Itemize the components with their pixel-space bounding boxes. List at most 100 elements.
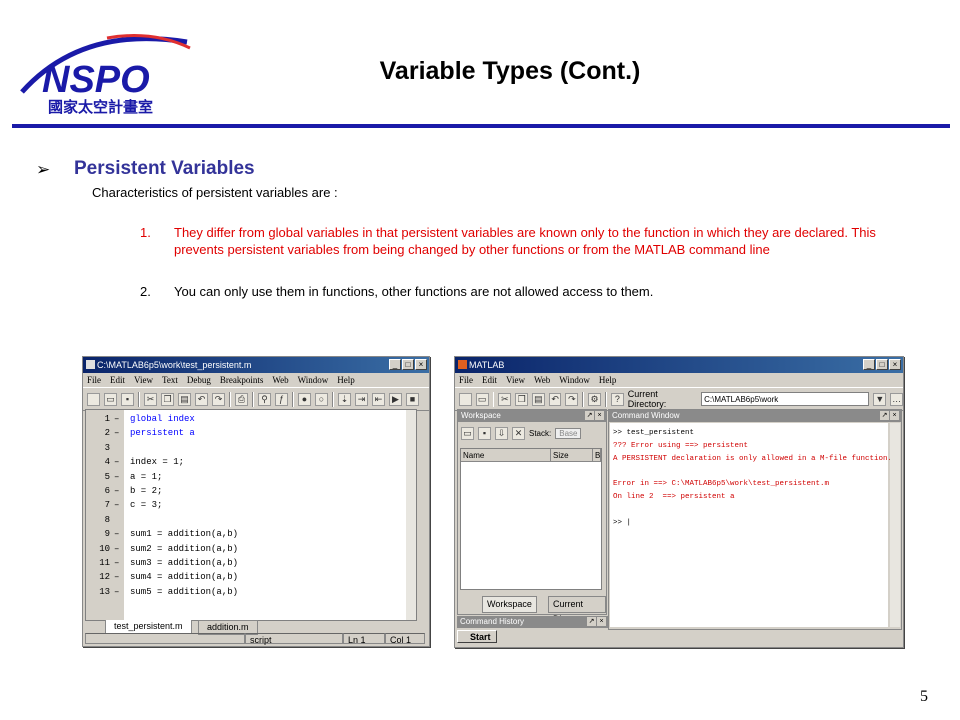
open-folder-icon[interactable]: ▭ [104, 392, 117, 406]
code-line[interactable]: a = 1; [130, 472, 162, 482]
breakpoint-marker[interactable]: – [114, 500, 119, 510]
menu-item-help[interactable]: Help [337, 373, 355, 387]
code-line[interactable]: b = 2; [130, 486, 162, 496]
save-icon[interactable]: ▪ [121, 392, 134, 406]
breakpoint-marker[interactable]: – [114, 529, 119, 539]
step-icon[interactable]: ⇣ [338, 392, 351, 406]
paste-icon[interactable]: ▤ [531, 392, 545, 406]
undo-icon[interactable]: ↶ [548, 392, 562, 406]
dropdown-arrow-icon[interactable]: ▼ [873, 392, 887, 406]
code-line[interactable]: global index [130, 414, 195, 424]
redo-icon[interactable]: ↷ [565, 392, 579, 406]
undock-icon[interactable]: ↗ [585, 411, 594, 420]
menu-item-edit[interactable]: Edit [482, 373, 497, 387]
menu-item-view[interactable]: View [134, 373, 153, 387]
code-line[interactable]: index = 1; [130, 457, 184, 467]
close-button[interactable]: × [415, 359, 427, 370]
matlab-window: MATLAB _ □ × File Edit View Web Window Help ▭… [454, 356, 904, 648]
exit-debug-icon[interactable]: ■ [406, 392, 419, 406]
code-line[interactable]: sum4 = addition(a,b) [130, 572, 238, 582]
open-folder-icon[interactable]: ▭ [475, 392, 489, 406]
close-button[interactable]: × [889, 359, 901, 370]
stack-select[interactable]: Base [555, 427, 582, 439]
menu-item-edit[interactable]: Edit [110, 373, 125, 387]
code-editor[interactable]: 1–2–3 4–5–6–7–8 9–10–11–12–13– global inde… [85, 409, 417, 621]
help-icon[interactable]: ? [610, 392, 624, 406]
set-breakpoint-icon[interactable]: ● [298, 392, 311, 406]
column-header-bytes[interactable]: B [593, 449, 601, 462]
code-line[interactable]: persistent a [130, 428, 195, 438]
maximize-button[interactable]: □ [402, 359, 414, 370]
menu-item-window[interactable]: Window [559, 373, 590, 387]
menu-item-view[interactable]: View [506, 373, 525, 387]
menu-item-web[interactable]: Web [272, 373, 288, 387]
copy-icon[interactable]: ❐ [515, 392, 528, 406]
step-out-icon[interactable]: ⇤ [372, 392, 385, 406]
code-line[interactable]: c = 3; [130, 500, 162, 510]
code-line[interactable]: sum1 = addition(a,b) [130, 529, 238, 539]
code-line[interactable]: sum2 = addition(a,b) [130, 544, 238, 554]
close-icon[interactable]: × [595, 411, 604, 420]
simulink-icon[interactable]: ⚙ [588, 392, 601, 406]
browse-folder-icon[interactable]: … [890, 392, 903, 406]
editor-vertical-scrollbar[interactable] [406, 410, 416, 620]
new-file-icon[interactable] [87, 392, 100, 406]
print-icon[interactable]: ⎙ [235, 392, 248, 406]
breakpoint-marker[interactable]: – [114, 544, 119, 554]
menu-item-help[interactable]: Help [599, 373, 617, 387]
column-header-name[interactable]: Name [461, 449, 551, 462]
copy-icon[interactable]: ❐ [161, 392, 174, 406]
menu-item-debug[interactable]: Debug [187, 373, 211, 387]
start-button[interactable]: Start [457, 630, 497, 643]
undock-icon[interactable]: ↗ [587, 617, 596, 626]
breakpoint-marker[interactable]: – [114, 558, 119, 568]
undo-icon[interactable]: ↶ [195, 392, 208, 406]
minimize-button[interactable]: _ [863, 359, 875, 370]
redo-icon[interactable]: ↷ [212, 392, 225, 406]
editor-titlebar[interactable]: C:\MATLAB6p5\work\test_persistent.m _ □ … [83, 357, 429, 373]
cut-icon[interactable]: ✂ [144, 392, 157, 406]
find-icon[interactable]: ⚲ [258, 392, 271, 406]
tab-test-persistent[interactable]: test_persistent.m [105, 620, 192, 634]
breakpoint-marker[interactable]: – [114, 587, 119, 597]
maximize-button[interactable]: □ [876, 359, 888, 370]
menu-item-breakpoints[interactable]: Breakpoints [220, 373, 264, 387]
minimize-button[interactable]: _ [389, 359, 401, 370]
tab-workspace[interactable]: Workspace [482, 596, 537, 613]
command-window-scrollbar[interactable] [890, 423, 900, 627]
workspace-variable-list[interactable]: Name Size B [460, 448, 602, 590]
breakpoint-marker[interactable]: – [114, 428, 119, 438]
breakpoint-marker[interactable]: – [114, 472, 119, 482]
step-in-icon[interactable]: ⇥ [355, 392, 368, 406]
cut-icon[interactable]: ✂ [498, 392, 512, 406]
close-icon[interactable]: × [890, 411, 899, 420]
code-line[interactable]: sum3 = addition(a,b) [130, 558, 238, 568]
line-number: 10 [99, 543, 110, 554]
breakpoint-marker[interactable]: – [114, 457, 119, 467]
breakpoint-marker[interactable]: – [114, 486, 119, 496]
new-file-icon[interactable] [459, 392, 472, 406]
menu-item-window[interactable]: Window [298, 373, 329, 387]
delete-icon[interactable]: ✕ [512, 426, 525, 440]
continue-icon[interactable]: ▶ [389, 392, 402, 406]
function-icon[interactable]: ƒ [275, 392, 288, 406]
matlab-titlebar[interactable]: MATLAB _ □ × [455, 357, 903, 373]
current-directory-input[interactable]: C:\MATLAB6p5\work [701, 392, 870, 406]
code-line[interactable]: sum5 = addition(a,b) [130, 587, 238, 597]
clear-breakpoint-icon[interactable]: ○ [315, 392, 328, 406]
save-icon[interactable]: ▪ [478, 426, 491, 440]
menu-item-file[interactable]: File [459, 373, 473, 387]
open-icon[interactable]: ▭ [461, 426, 474, 440]
tab-current-directory[interactable]: Current Direc [548, 596, 606, 624]
column-header-size[interactable]: Size [551, 449, 593, 462]
undock-icon[interactable]: ↗ [880, 411, 889, 420]
close-icon[interactable]: × [597, 617, 606, 626]
breakpoint-marker[interactable]: – [114, 572, 119, 582]
menu-item-web[interactable]: Web [534, 373, 550, 387]
menu-item-file[interactable]: File [87, 373, 101, 387]
paste-icon[interactable]: ▤ [178, 392, 191, 406]
command-window-console[interactable]: >> test_persistent ??? Error using ==> pe… [610, 423, 892, 627]
menu-item-text[interactable]: Text [162, 373, 178, 387]
breakpoint-marker[interactable]: – [114, 414, 119, 424]
import-icon[interactable]: ⇩ [495, 426, 508, 440]
